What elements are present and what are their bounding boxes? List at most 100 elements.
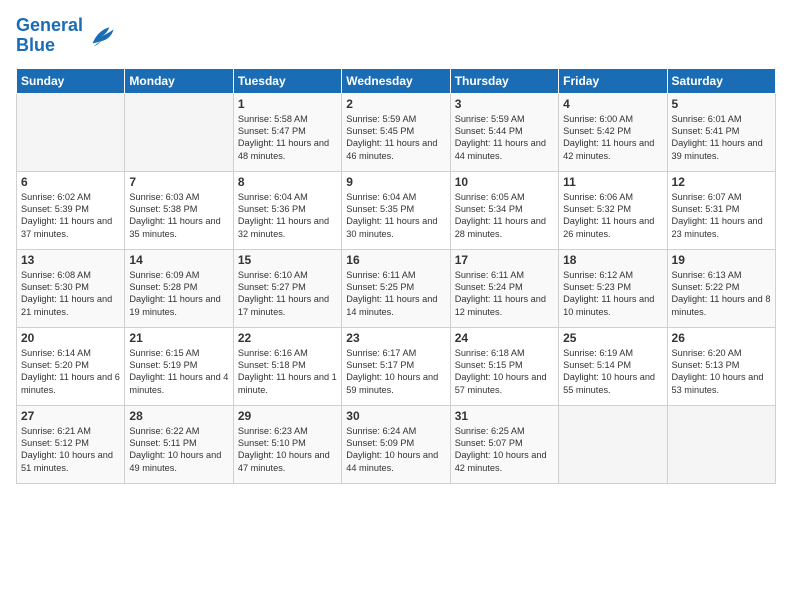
day-cell: 9 Sunrise: 6:04 AM Sunset: 5:35 PM Daylig… (342, 171, 450, 249)
day-cell: 27Sunrise: 6:21 AM Sunset: 5:12 PM Dayli… (17, 405, 125, 483)
day-number: 9 (346, 175, 445, 189)
header: General Blue (16, 16, 776, 56)
day-number: 29 (238, 409, 337, 423)
weekday-header-tuesday: Tuesday (233, 68, 341, 93)
day-number: 3 (455, 97, 554, 111)
day-cell (125, 93, 233, 171)
day-number: 24 (455, 331, 554, 345)
day-number: 26 (672, 331, 771, 345)
day-info: Sunrise: 6:03 AM Sunset: 5:38 PM Dayligh… (129, 191, 228, 241)
day-cell: 6 Sunrise: 6:02 AM Sunset: 5:39 PM Daylig… (17, 171, 125, 249)
day-cell: 18 Sunrise: 6:12 AM Sunset: 5:23 PM Dayli… (559, 249, 667, 327)
day-number: 7 (129, 175, 228, 189)
day-info: Sunrise: 6:14 AM Sunset: 5:20 PM Dayligh… (21, 347, 120, 397)
day-cell: 24 Sunrise: 6:18 AM Sunset: 5:15 PM Dayli… (450, 327, 558, 405)
day-cell: 23Sunrise: 6:17 AM Sunset: 5:17 PM Dayli… (342, 327, 450, 405)
day-number: 15 (238, 253, 337, 267)
day-cell: 14 Sunrise: 6:09 AM Sunset: 5:28 PM Dayli… (125, 249, 233, 327)
day-cell: 25 Sunrise: 6:19 AM Sunset: 5:14 PM Dayli… (559, 327, 667, 405)
day-cell: 20 Sunrise: 6:14 AM Sunset: 5:20 PM Dayli… (17, 327, 125, 405)
logo: General Blue (16, 16, 115, 56)
day-number: 28 (129, 409, 228, 423)
day-number: 1 (238, 97, 337, 111)
weekday-header-monday: Monday (125, 68, 233, 93)
weekday-header-wednesday: Wednesday (342, 68, 450, 93)
day-cell: 28 Sunrise: 6:22 AM Sunset: 5:11 PM Dayli… (125, 405, 233, 483)
day-number: 19 (672, 253, 771, 267)
day-info: Sunrise: 6:15 AM Sunset: 5:19 PM Dayligh… (129, 347, 228, 397)
day-cell: 29 Sunrise: 6:23 AM Sunset: 5:10 PM Dayli… (233, 405, 341, 483)
week-row-4: 20 Sunrise: 6:14 AM Sunset: 5:20 PM Dayli… (17, 327, 776, 405)
day-cell: 10 Sunrise: 6:05 AM Sunset: 5:34 PM Dayli… (450, 171, 558, 249)
day-cell: 19 Sunrise: 6:13 AM Sunset: 5:22 PM Dayli… (667, 249, 775, 327)
day-info: Sunrise: 6:02 AM Sunset: 5:39 PM Dayligh… (21, 191, 120, 241)
day-number: 14 (129, 253, 228, 267)
weekday-header-saturday: Saturday (667, 68, 775, 93)
day-number: 21 (129, 331, 228, 345)
day-number: 2 (346, 97, 445, 111)
day-info: Sunrise: 6:04 AM Sunset: 5:35 PM Dayligh… (346, 191, 445, 241)
day-cell: 22Sunrise: 6:16 AM Sunset: 5:18 PM Dayli… (233, 327, 341, 405)
logo-blue: Blue (16, 36, 83, 56)
day-cell: 21 Sunrise: 6:15 AM Sunset: 5:19 PM Dayli… (125, 327, 233, 405)
day-info: Sunrise: 6:25 AM Sunset: 5:07 PM Dayligh… (455, 425, 554, 475)
day-cell: 1Sunrise: 5:58 AM Sunset: 5:47 PM Daylig… (233, 93, 341, 171)
day-number: 30 (346, 409, 445, 423)
day-cell (559, 405, 667, 483)
day-cell: 13 Sunrise: 6:08 AM Sunset: 5:30 PM Dayli… (17, 249, 125, 327)
day-number: 10 (455, 175, 554, 189)
day-cell: 16Sunrise: 6:11 AM Sunset: 5:25 PM Dayli… (342, 249, 450, 327)
logo-blue-text: Blue (16, 35, 55, 55)
day-number: 5 (672, 97, 771, 111)
day-number: 6 (21, 175, 120, 189)
weekday-header-row: SundayMondayTuesdayWednesdayThursdayFrid… (17, 68, 776, 93)
day-number: 13 (21, 253, 120, 267)
weekday-header-thursday: Thursday (450, 68, 558, 93)
day-info: Sunrise: 6:08 AM Sunset: 5:30 PM Dayligh… (21, 269, 120, 319)
day-cell: 2Sunrise: 5:59 AM Sunset: 5:45 PM Daylig… (342, 93, 450, 171)
day-info: Sunrise: 6:09 AM Sunset: 5:28 PM Dayligh… (129, 269, 228, 319)
day-info: Sunrise: 6:13 AM Sunset: 5:22 PM Dayligh… (672, 269, 771, 319)
day-number: 11 (563, 175, 662, 189)
day-number: 16 (346, 253, 445, 267)
weekday-header-sunday: Sunday (17, 68, 125, 93)
day-info: Sunrise: 6:07 AM Sunset: 5:31 PM Dayligh… (672, 191, 771, 241)
day-info: Sunrise: 6:01 AM Sunset: 5:41 PM Dayligh… (672, 113, 771, 163)
day-cell: 7 Sunrise: 6:03 AM Sunset: 5:38 PM Daylig… (125, 171, 233, 249)
day-cell: 31 Sunrise: 6:25 AM Sunset: 5:07 PM Dayli… (450, 405, 558, 483)
day-info: Sunrise: 6:18 AM Sunset: 5:15 PM Dayligh… (455, 347, 554, 397)
calendar-table: SundayMondayTuesdayWednesdayThursdayFrid… (16, 68, 776, 484)
day-cell (667, 405, 775, 483)
day-info: Sunrise: 6:05 AM Sunset: 5:34 PM Dayligh… (455, 191, 554, 241)
day-info: Sunrise: 6:00 AM Sunset: 5:42 PM Dayligh… (563, 113, 662, 163)
week-row-2: 6 Sunrise: 6:02 AM Sunset: 5:39 PM Daylig… (17, 171, 776, 249)
day-cell: 11Sunrise: 6:06 AM Sunset: 5:32 PM Dayli… (559, 171, 667, 249)
day-info: Sunrise: 6:17 AM Sunset: 5:17 PM Dayligh… (346, 347, 445, 397)
day-cell: 4 Sunrise: 6:00 AM Sunset: 5:42 PM Daylig… (559, 93, 667, 171)
day-info: Sunrise: 6:23 AM Sunset: 5:10 PM Dayligh… (238, 425, 337, 475)
day-info: Sunrise: 6:21 AM Sunset: 5:12 PM Dayligh… (21, 425, 120, 475)
day-info: Sunrise: 6:16 AM Sunset: 5:18 PM Dayligh… (238, 347, 337, 397)
day-number: 31 (455, 409, 554, 423)
day-number: 25 (563, 331, 662, 345)
weekday-header-friday: Friday (559, 68, 667, 93)
day-info: Sunrise: 6:22 AM Sunset: 5:11 PM Dayligh… (129, 425, 228, 475)
day-cell: 3Sunrise: 5:59 AM Sunset: 5:44 PM Daylig… (450, 93, 558, 171)
day-number: 20 (21, 331, 120, 345)
day-cell: 30 Sunrise: 6:24 AM Sunset: 5:09 PM Dayli… (342, 405, 450, 483)
day-number: 12 (672, 175, 771, 189)
week-row-3: 13 Sunrise: 6:08 AM Sunset: 5:30 PM Dayli… (17, 249, 776, 327)
day-info: Sunrise: 6:19 AM Sunset: 5:14 PM Dayligh… (563, 347, 662, 397)
day-info: Sunrise: 6:10 AM Sunset: 5:27 PM Dayligh… (238, 269, 337, 319)
logo-general: General (16, 15, 83, 35)
day-cell: 5 Sunrise: 6:01 AM Sunset: 5:41 PM Daylig… (667, 93, 775, 171)
day-number: 4 (563, 97, 662, 111)
day-info: Sunrise: 6:04 AM Sunset: 5:36 PM Dayligh… (238, 191, 337, 241)
day-number: 18 (563, 253, 662, 267)
day-cell (17, 93, 125, 171)
day-info: Sunrise: 6:24 AM Sunset: 5:09 PM Dayligh… (346, 425, 445, 475)
page-container: General Blue SundayMondayTuesdayWednesda… (0, 0, 792, 492)
week-row-1: 1Sunrise: 5:58 AM Sunset: 5:47 PM Daylig… (17, 93, 776, 171)
day-number: 8 (238, 175, 337, 189)
day-info: Sunrise: 6:12 AM Sunset: 5:23 PM Dayligh… (563, 269, 662, 319)
